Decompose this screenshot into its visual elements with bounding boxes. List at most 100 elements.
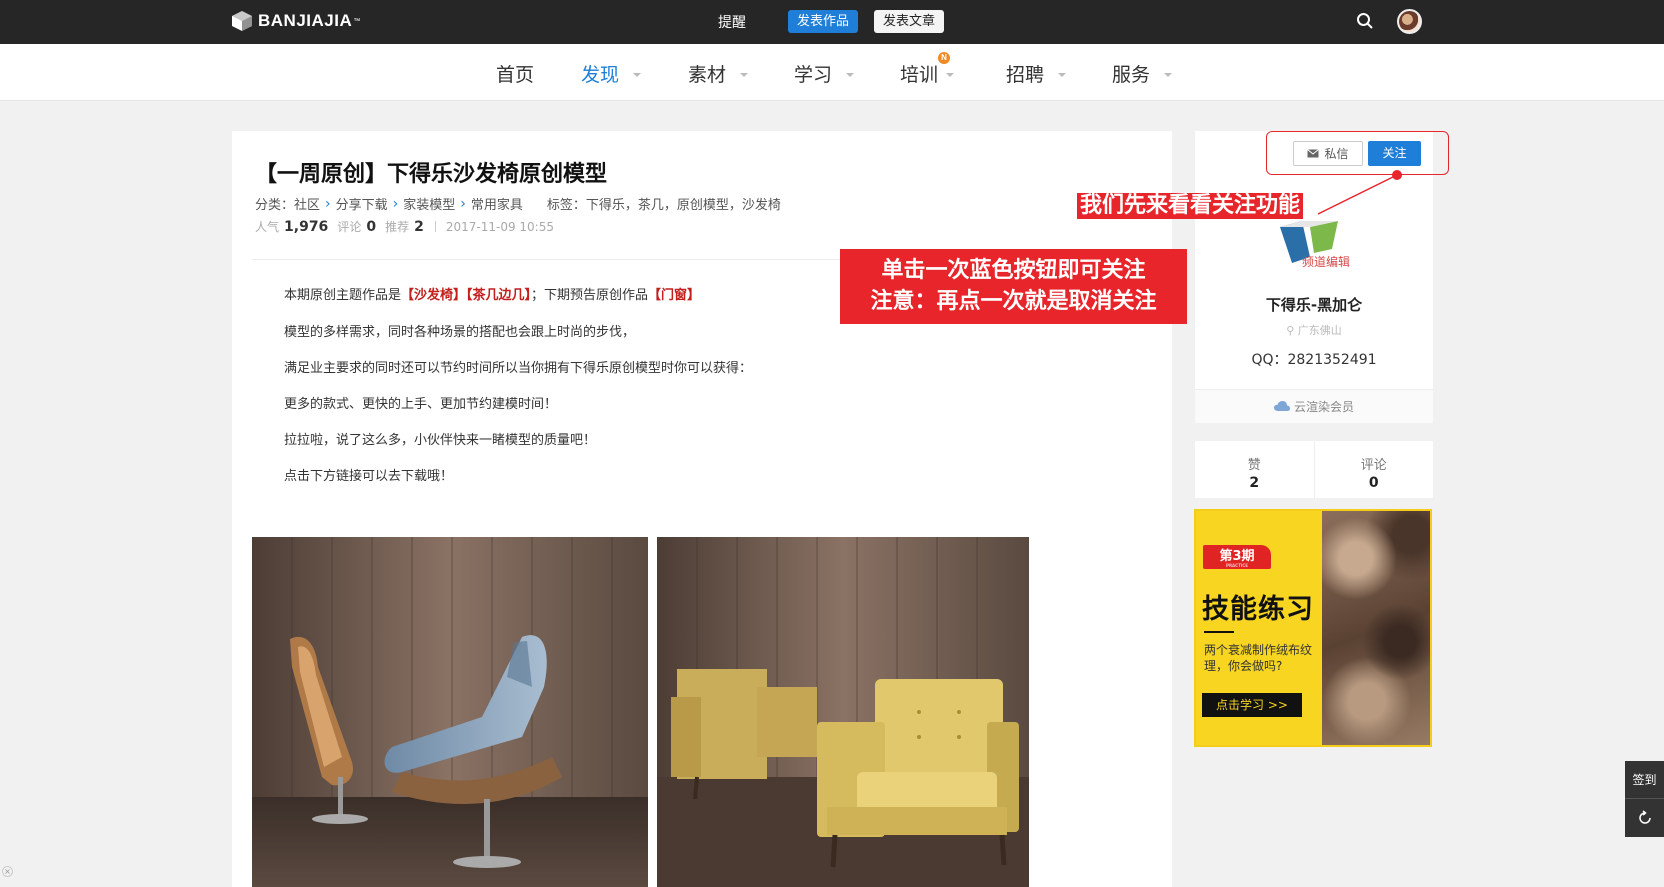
tags-label: 标签： — [546, 198, 586, 213]
nav-discover-label: 发现 — [581, 64, 620, 86]
highlight-text: 【门窗】 — [648, 288, 701, 303]
nav-jobs[interactable]: 招聘 — [1006, 60, 1067, 87]
chevron-down-icon — [1058, 72, 1067, 77]
ad-issue-subtext: PRACTICE — [1226, 563, 1248, 568]
user-avatar[interactable] — [1397, 9, 1422, 34]
breadcrumb: 分类： 社区 › 分享下载 › 家装模型 › 常用家具 标签： 下得乐，茶几，原… — [255, 194, 781, 214]
search-icon[interactable] — [1356, 12, 1374, 30]
tags-list[interactable]: 下得乐，茶几，原创模型，沙发椅 — [586, 194, 781, 213]
comment-stat[interactable]: 评论 0 — [1313, 441, 1434, 498]
product-image-lounge-chairs[interactable] — [252, 537, 648, 887]
divider — [1204, 631, 1234, 633]
nav-home[interactable]: 首页 — [496, 60, 534, 87]
nav-home-label: 首页 — [496, 64, 535, 86]
skill-practice-ad[interactable]: 第3期 PRACTICE 技能练习 两个衰减制作绒布纹理，你会做吗? 点击学习 … — [1194, 509, 1432, 747]
ad-learn-button[interactable]: 点击学习 >> — [1202, 693, 1302, 717]
author-qq: QQ：2821352491 — [1251, 352, 1377, 368]
banjiajia-logo-icon — [232, 11, 252, 31]
category-label: 分类： — [255, 198, 295, 213]
paragraph: 拉拉啦，说了这么多，小伙伴快来一睹模型的质量吧！ — [284, 433, 597, 448]
nav-services[interactable]: 服务 — [1112, 60, 1173, 87]
paragraph-text: 本期原创主题作品是 — [284, 288, 402, 303]
top-bar: BANJIAJIA ™ 提醒 发表作品 发表文章 — [0, 0, 1664, 44]
site-logo[interactable]: BANJIAJIA ™ — [231, 10, 361, 32]
cloud-icon — [1273, 401, 1290, 411]
close-icon[interactable]: × — [2, 866, 13, 877]
nav-discover[interactable]: 发现 — [581, 60, 642, 87]
paragraph: 模型的多样需求，同时各种场景的搭配也会跟上时尚的步伐， — [284, 325, 636, 340]
like-count: 2 — [1249, 475, 1260, 491]
chevron-down-icon — [846, 72, 855, 77]
nav-jobs-label: 招聘 — [1006, 64, 1045, 86]
like-stat[interactable]: 赞 2 — [1195, 441, 1314, 498]
publish-article-button[interactable]: 发表文章 — [874, 10, 945, 33]
ad-issue-badge: 第3期 PRACTICE — [1203, 545, 1271, 569]
comments-label: 评论 — [337, 220, 362, 234]
paragraph: 满足业主要求的同时还可以节约时间所以当你拥有下得乐原创模型时你可以获得： — [284, 361, 753, 376]
remind-link[interactable]: 提醒 — [718, 12, 746, 32]
refresh-icon — [1638, 810, 1651, 824]
recommend-count: 2 — [414, 218, 424, 235]
annotation-follow-instructions: 单击一次蓝色按钮即可关注 注意：再点一次就是取消关注 — [840, 249, 1187, 324]
sign-in-button[interactable]: 签到 — [1625, 761, 1664, 799]
author-name[interactable]: 下得乐-黑加仑 — [1195, 294, 1433, 315]
chevron-right-icon: › — [460, 195, 466, 212]
nav-learn[interactable]: 学习 — [794, 60, 855, 87]
logo-caption: 频道编辑 — [1302, 255, 1351, 269]
breadcrumb-item[interactable]: 社区 — [294, 194, 320, 213]
new-badge: N — [938, 52, 950, 64]
chevron-right-icon: › — [325, 195, 331, 212]
breadcrumb-item[interactable]: 常用家具 — [471, 194, 523, 213]
nav-services-label: 服务 — [1112, 64, 1151, 86]
article-title: 【一周原创】下得乐沙发椅原创模型 — [255, 162, 608, 187]
article-card: 【一周原创】下得乐沙发椅原创模型 分类： 社区 › 分享下载 › 家装模型 › … — [232, 131, 1172, 887]
nav-materials[interactable]: 素材 — [688, 60, 749, 87]
recommend-label: 推荐 — [385, 220, 410, 234]
comment-count: 0 — [1368, 475, 1379, 491]
breadcrumb-item[interactable]: 分享下载 — [336, 194, 388, 213]
product-image-armchairs[interactable] — [657, 537, 1029, 887]
like-label: 赞 — [1247, 458, 1261, 473]
location-pin-icon: ⚲ — [1286, 324, 1295, 337]
publish-date: 2017-11-09 10:55 — [445, 219, 554, 234]
paragraph: 更多的款式、更快的上手、更加节约建模时间！ — [284, 397, 558, 412]
annotation-line: 单击一次蓝色按钮即可关注 — [881, 258, 1146, 283]
annotation-follow-feature: 我们先来看看关注功能 — [1077, 193, 1304, 219]
member-text: 云渲染会员 — [1293, 400, 1354, 414]
ad-subtitle: 两个衰减制作绒布纹理，你会做吗? — [1204, 643, 1313, 673]
chevron-down-icon — [740, 72, 749, 77]
armchairs-image — [657, 537, 1029, 887]
breadcrumb-item[interactable]: 家装模型 — [403, 194, 455, 213]
floating-toolbar: 签到 — [1625, 761, 1664, 837]
nav-learn-label: 学习 — [794, 64, 833, 86]
nav-materials-label: 素材 — [688, 64, 727, 86]
member-badge: 云渲染会员 — [1195, 389, 1433, 423]
author-location: ⚲ 广东佛山 — [1195, 322, 1433, 338]
article-stats: 人气 1,976 评论 0 推荐 2 2017-11-09 10:55 — [255, 218, 554, 235]
publish-work-button[interactable]: 发表作品 — [788, 10, 859, 33]
highlight-text: 【沙发椅】【茶几边几】 — [401, 288, 532, 303]
chevron-right-icon: › — [392, 195, 399, 212]
divider — [434, 221, 436, 232]
views-count: 1,976 — [284, 218, 329, 235]
annotation-line: 注意：再点一次就是取消关注 — [870, 289, 1157, 314]
lounge-chairs-image — [252, 537, 648, 887]
logo-tm: ™ — [353, 17, 361, 25]
comment-label: 评论 — [1360, 458, 1387, 473]
paragraph: 本期原创主题作品是【沙发椅】【茶几边几】；下期预告原创作品【门窗】 — [284, 284, 700, 303]
stats-card: 赞 2 评论 0 — [1195, 441, 1433, 498]
ad-title: 技能练习 — [1202, 594, 1314, 625]
views-label: 人气 — [255, 220, 280, 234]
logo-text: BANJIAJIA — [258, 11, 353, 30]
chevron-down-icon — [1164, 72, 1173, 77]
location-text: 广东佛山 — [1297, 324, 1342, 337]
follow-highlight-box — [1266, 131, 1449, 175]
nav-training[interactable]: 培训 N — [900, 52, 955, 87]
comments-count: 0 — [366, 218, 377, 235]
paragraph-text: ；下期预告原创作品 — [531, 288, 649, 303]
chevron-down-icon — [633, 72, 642, 77]
paragraph: 点击下方链接可以去下载哦！ — [284, 469, 454, 484]
velvet-texture-image — [1322, 511, 1430, 745]
main-nav: 首页 发现 素材 学习 培训 N 招聘 服务 — [0, 44, 1664, 101]
refresh-button[interactable] — [1625, 799, 1664, 837]
